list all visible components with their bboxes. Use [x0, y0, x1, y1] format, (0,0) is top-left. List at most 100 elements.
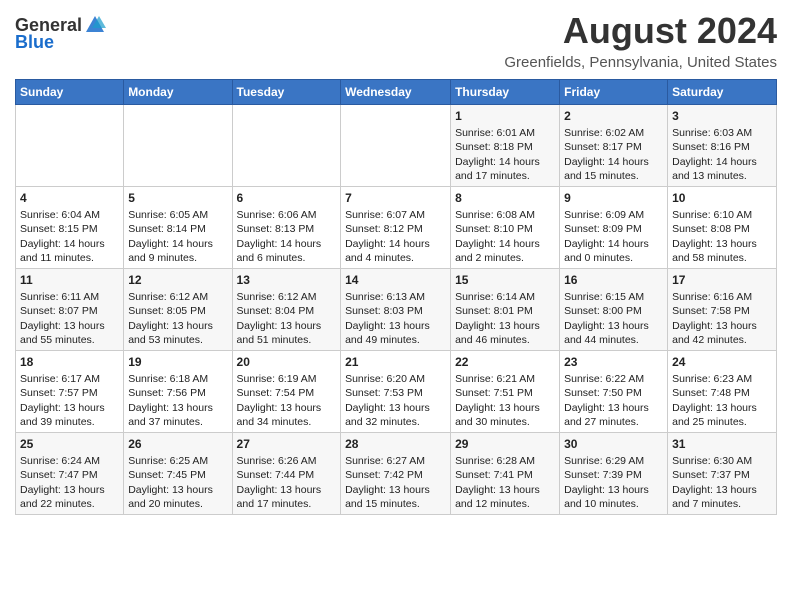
day-info: and 17 minutes.: [455, 169, 555, 183]
day-info: Sunset: 7:50 PM: [564, 386, 663, 400]
col-sunday: Sunday: [16, 80, 124, 105]
col-monday: Monday: [124, 80, 232, 105]
day-number: 15: [455, 272, 555, 288]
day-info: Sunrise: 6:28 AM: [455, 454, 555, 468]
day-number: 18: [20, 354, 119, 370]
day-info: Daylight: 13 hours: [20, 319, 119, 333]
day-info: Daylight: 13 hours: [564, 319, 663, 333]
calendar-cell: 6Sunrise: 6:06 AMSunset: 8:13 PMDaylight…: [232, 187, 341, 269]
day-info: Daylight: 13 hours: [564, 401, 663, 415]
calendar-cell: 2Sunrise: 6:02 AMSunset: 8:17 PMDaylight…: [560, 105, 668, 187]
day-info: Sunset: 8:07 PM: [20, 304, 119, 318]
day-number: 9: [564, 190, 663, 206]
day-info: Daylight: 13 hours: [128, 319, 227, 333]
day-info: Sunrise: 6:30 AM: [672, 454, 772, 468]
day-number: 11: [20, 272, 119, 288]
day-info: Sunrise: 6:02 AM: [564, 126, 663, 140]
day-info: and 15 minutes.: [345, 497, 446, 511]
day-number: 3: [672, 108, 772, 124]
day-info: Sunrise: 6:16 AM: [672, 290, 772, 304]
day-info: Sunrise: 6:08 AM: [455, 208, 555, 222]
day-info: and 7 minutes.: [672, 497, 772, 511]
calendar-cell: 4Sunrise: 6:04 AMSunset: 8:15 PMDaylight…: [16, 187, 124, 269]
day-number: 27: [237, 436, 337, 452]
calendar-cell: 15Sunrise: 6:14 AMSunset: 8:01 PMDayligh…: [451, 269, 560, 351]
day-info: and 13 minutes.: [672, 169, 772, 183]
day-info: Sunset: 7:37 PM: [672, 468, 772, 482]
calendar-cell: 28Sunrise: 6:27 AMSunset: 7:42 PMDayligh…: [341, 433, 451, 515]
day-info: Sunrise: 6:07 AM: [345, 208, 446, 222]
day-number: 19: [128, 354, 227, 370]
day-info: Daylight: 13 hours: [128, 483, 227, 497]
day-number: 10: [672, 190, 772, 206]
day-number: 21: [345, 354, 446, 370]
day-number: 24: [672, 354, 772, 370]
day-info: Sunset: 7:53 PM: [345, 386, 446, 400]
day-number: 30: [564, 436, 663, 452]
day-info: Sunset: 8:18 PM: [455, 140, 555, 154]
calendar-cell: 7Sunrise: 6:07 AMSunset: 8:12 PMDaylight…: [341, 187, 451, 269]
day-info: Sunset: 8:05 PM: [128, 304, 227, 318]
day-info: Sunrise: 6:20 AM: [345, 372, 446, 386]
calendar-cell: 29Sunrise: 6:28 AMSunset: 7:41 PMDayligh…: [451, 433, 560, 515]
day-number: 22: [455, 354, 555, 370]
calendar-cell: [341, 105, 451, 187]
day-info: Sunset: 7:51 PM: [455, 386, 555, 400]
day-info: and 0 minutes.: [564, 251, 663, 265]
calendar-cell: 13Sunrise: 6:12 AMSunset: 8:04 PMDayligh…: [232, 269, 341, 351]
col-thursday: Thursday: [451, 80, 560, 105]
day-info: Sunset: 7:56 PM: [128, 386, 227, 400]
day-info: Daylight: 13 hours: [237, 401, 337, 415]
day-info: and 4 minutes.: [345, 251, 446, 265]
calendar-header: Sunday Monday Tuesday Wednesday Thursday…: [16, 80, 777, 105]
calendar-cell: 17Sunrise: 6:16 AMSunset: 7:58 PMDayligh…: [668, 269, 777, 351]
week-row-0: 1Sunrise: 6:01 AMSunset: 8:18 PMDaylight…: [16, 105, 777, 187]
day-info: and 22 minutes.: [20, 497, 119, 511]
day-info: Daylight: 13 hours: [20, 483, 119, 497]
day-info: Sunrise: 6:19 AM: [237, 372, 337, 386]
day-info: Sunrise: 6:26 AM: [237, 454, 337, 468]
day-info: and 12 minutes.: [455, 497, 555, 511]
day-info: and 37 minutes.: [128, 415, 227, 429]
day-info: and 44 minutes.: [564, 333, 663, 347]
day-info: Sunrise: 6:11 AM: [20, 290, 119, 304]
day-info: Sunrise: 6:24 AM: [20, 454, 119, 468]
day-info: Sunrise: 6:25 AM: [128, 454, 227, 468]
logo-blue: Blue: [15, 32, 54, 53]
day-number: 6: [237, 190, 337, 206]
day-info: Daylight: 14 hours: [345, 237, 446, 251]
day-number: 13: [237, 272, 337, 288]
day-info: and 49 minutes.: [345, 333, 446, 347]
day-number: 23: [564, 354, 663, 370]
day-info: Daylight: 14 hours: [20, 237, 119, 251]
calendar-cell: 10Sunrise: 6:10 AMSunset: 8:08 PMDayligh…: [668, 187, 777, 269]
col-saturday: Saturday: [668, 80, 777, 105]
day-info: Sunset: 7:41 PM: [455, 468, 555, 482]
day-info: Sunrise: 6:17 AM: [20, 372, 119, 386]
calendar-body: 1Sunrise: 6:01 AMSunset: 8:18 PMDaylight…: [16, 105, 777, 515]
calendar-cell: 19Sunrise: 6:18 AMSunset: 7:56 PMDayligh…: [124, 351, 232, 433]
day-info: Sunset: 8:10 PM: [455, 222, 555, 236]
day-info: and 30 minutes.: [455, 415, 555, 429]
calendar-cell: 26Sunrise: 6:25 AMSunset: 7:45 PMDayligh…: [124, 433, 232, 515]
day-info: and 32 minutes.: [345, 415, 446, 429]
day-info: Sunset: 8:15 PM: [20, 222, 119, 236]
calendar-cell: 8Sunrise: 6:08 AMSunset: 8:10 PMDaylight…: [451, 187, 560, 269]
day-number: 7: [345, 190, 446, 206]
day-info: and 10 minutes.: [564, 497, 663, 511]
day-info: Sunrise: 6:14 AM: [455, 290, 555, 304]
day-info: Daylight: 13 hours: [672, 483, 772, 497]
day-info: Daylight: 13 hours: [345, 401, 446, 415]
day-info: and 11 minutes.: [20, 251, 119, 265]
calendar-cell: 20Sunrise: 6:19 AMSunset: 7:54 PMDayligh…: [232, 351, 341, 433]
day-info: Sunrise: 6:10 AM: [672, 208, 772, 222]
day-number: 2: [564, 108, 663, 124]
day-info: and 51 minutes.: [237, 333, 337, 347]
day-info: Daylight: 14 hours: [128, 237, 227, 251]
calendar-cell: 14Sunrise: 6:13 AMSunset: 8:03 PMDayligh…: [341, 269, 451, 351]
calendar-cell: [232, 105, 341, 187]
day-info: and 25 minutes.: [672, 415, 772, 429]
calendar-cell: 16Sunrise: 6:15 AMSunset: 8:00 PMDayligh…: [560, 269, 668, 351]
day-info: Daylight: 13 hours: [128, 401, 227, 415]
day-info: Sunset: 7:45 PM: [128, 468, 227, 482]
